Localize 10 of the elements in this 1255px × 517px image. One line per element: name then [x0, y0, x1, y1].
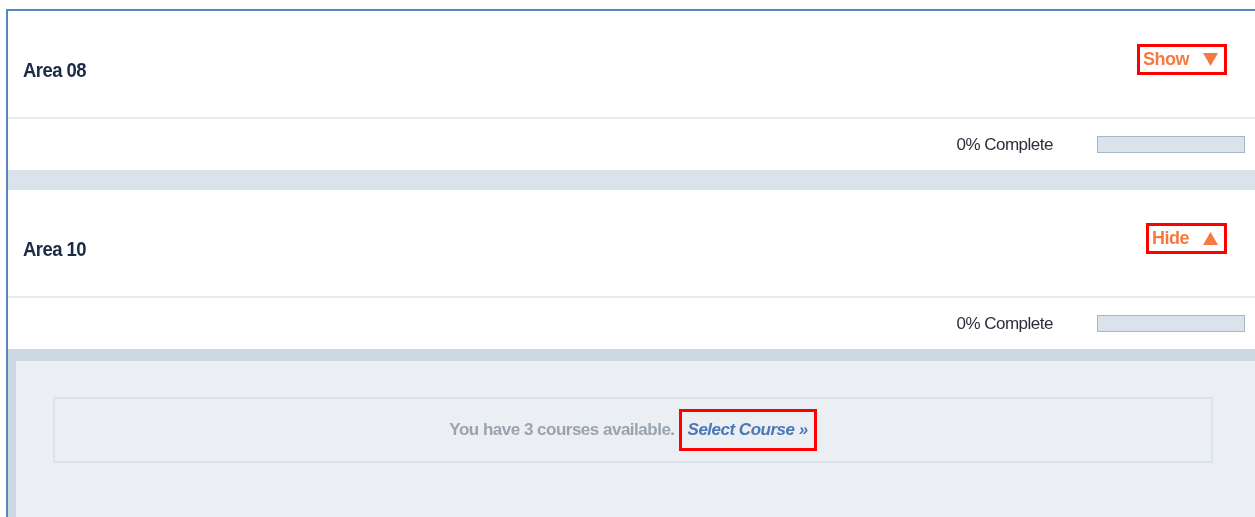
toggle-button[interactable]: Hide	[1146, 222, 1227, 254]
progress-label: 0% Complete	[956, 134, 1053, 155]
down-triangle-icon	[1203, 52, 1218, 66]
up-triangle-icon	[1203, 231, 1218, 245]
select-course-link[interactable]: Select Course »	[678, 409, 817, 451]
courses-message: You have 3 courses available.	[449, 420, 675, 440]
toggle-button[interactable]: Show	[1137, 43, 1227, 75]
section-title: Area 10	[23, 237, 87, 261]
progress-label: 0% Complete	[956, 313, 1053, 334]
section-title: Area 08	[23, 58, 87, 82]
